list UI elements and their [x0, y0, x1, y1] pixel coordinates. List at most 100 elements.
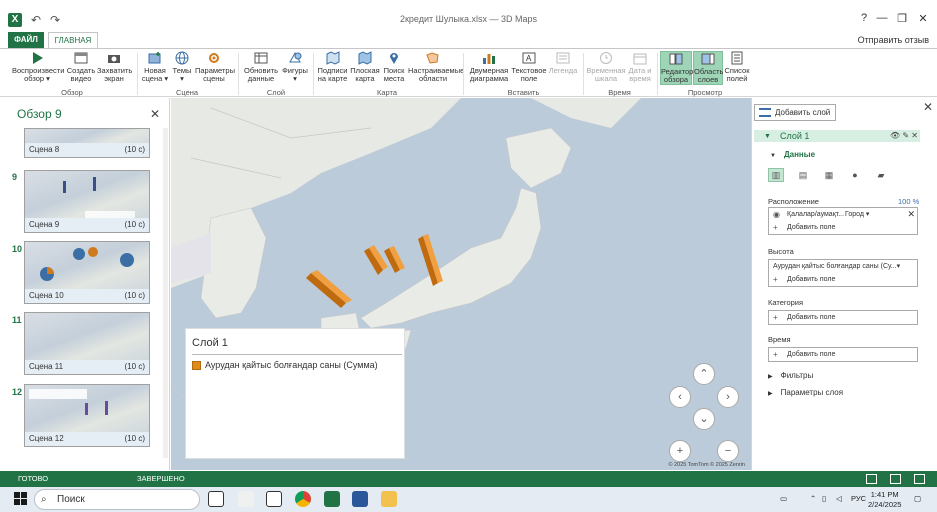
layer-header[interactable]: ▼ Слой 1 👁 ✎ ✕ [754, 130, 920, 142]
find-location-button[interactable]: Поиск места [381, 51, 407, 83]
height-field[interactable]: Аурудан қайтыс болғандар саны (Су...▾ [769, 260, 917, 273]
close-icon[interactable]: ✕ [150, 107, 160, 121]
scene-name: Сцена 11 [29, 362, 64, 371]
eye-icon[interactable]: 👁 [890, 131, 900, 140]
taskbar-clock[interactable]: 1:41 PM 2/24/2025 [868, 490, 901, 510]
tilt-down-button[interactable]: ⌄ [693, 408, 715, 430]
location-field[interactable]: ◉ Қалалар/аумақт... Город ▾ ✕ [769, 208, 917, 221]
add-field-row[interactable]: + Добавить поле [769, 273, 917, 286]
file-explorer-icon[interactable] [381, 491, 397, 507]
rotate-left-button[interactable]: ‹ [669, 386, 691, 408]
fit-screen-icon[interactable] [890, 474, 901, 484]
zoom-in-button[interactable]: + [669, 440, 691, 462]
category-field-box: + Добавить поле [768, 310, 918, 325]
location-type-select[interactable]: Город ▾ [845, 208, 869, 221]
help-button[interactable]: ? [854, 12, 874, 24]
language-indicator[interactable]: РУС [851, 494, 866, 503]
stacked-column-icon[interactable]: ▥ [768, 168, 784, 182]
refresh-data-button[interactable]: Обновить данные [243, 51, 279, 83]
close-button[interactable]: ✕ [913, 12, 933, 25]
tilt-up-button[interactable]: ⌃ [693, 363, 715, 385]
scene-options-button[interactable]: Параметры сцены [195, 51, 235, 83]
bubble-icon[interactable]: ▦ [821, 168, 837, 182]
data-section-header[interactable]: ▼ Данные [770, 150, 815, 159]
text-box-button[interactable]: A Текстовое поле [511, 51, 547, 83]
map-legend[interactable]: Слой 1 Аурудан қайтыс болғандар саны (Су… [185, 328, 405, 459]
send-feedback-link[interactable]: Отправить отзыв [858, 35, 929, 45]
chrome-icon[interactable] [295, 491, 311, 507]
network-icon[interactable]: ▯ [822, 494, 826, 503]
scene-thumbnail[interactable]: Сцена 12 (10 с) [24, 384, 150, 447]
scene-thumbnail[interactable]: Сцена 11 (10 с) [24, 312, 150, 375]
windows-start-icon[interactable] [14, 492, 28, 506]
add-layer-button[interactable]: Добавить слой [754, 104, 836, 121]
data-bar[interactable] [364, 245, 388, 275]
collapse-triangle-icon[interactable]: ▼ [764, 131, 771, 143]
tab-home[interactable]: ГЛАВНАЯ [48, 32, 98, 48]
data-bar[interactable] [384, 246, 405, 273]
custom-regions-button[interactable]: Настраиваемые области [408, 51, 464, 83]
window-title: 2кредит Шулыка.xlsx — 3D Maps [399, 14, 538, 24]
title-bar: X ↶ ↷ 2кредит Шулыка.xlsx — 3D Maps ? — … [0, 0, 937, 30]
map-canvas[interactable]: Слой 1 Аурудан қайтыс болғандар саны (Су… [171, 98, 751, 470]
volume-icon[interactable]: ◁ [836, 494, 842, 503]
word-taskbar-icon[interactable] [352, 491, 368, 507]
data-bar[interactable] [306, 270, 352, 308]
create-video-button[interactable]: Создать видео [65, 51, 97, 83]
excel-taskbar-icon[interactable] [324, 491, 340, 507]
themes-button[interactable]: Темы ▾ [170, 51, 194, 83]
capture-screen-button[interactable]: Захватить экран [97, 51, 132, 83]
tray-chevron-icon[interactable]: ⌃ [810, 494, 816, 503]
legend-title: Слой 1 [192, 337, 228, 349]
video-icon [74, 52, 88, 64]
minimize-button[interactable]: — [872, 12, 892, 24]
legend-button[interactable]: Легенда [548, 51, 578, 75]
shapes-button[interactable]: Фигуры ▾ [281, 51, 309, 83]
tour-title: Обзор 9 [17, 107, 62, 121]
add-field-row[interactable]: + Добавить поле [769, 348, 917, 361]
2d-chart-button[interactable]: Двумерная диаграмма [469, 51, 509, 83]
region-icon[interactable]: ▰ [873, 168, 889, 182]
tab-file[interactable]: ФАЙЛ [8, 32, 44, 48]
add-field-row[interactable]: + Добавить поле [769, 221, 917, 234]
layer-options-section[interactable]: ▶ Параметры слоя [768, 388, 843, 397]
map-labels-button[interactable]: Подписи на карте [316, 51, 349, 83]
clustered-column-icon[interactable]: ▤ [795, 168, 811, 182]
tray-app-icon[interactable]: ▭ [780, 494, 787, 503]
filters-section[interactable]: ▶ Фильтры [768, 371, 813, 380]
data-bar[interactable] [418, 234, 443, 286]
scene-thumbnail[interactable]: Сцена 8 (10 с) [24, 128, 150, 158]
heatmap-icon[interactable]: ● [847, 168, 863, 182]
pencil-icon[interactable]: ✎ [902, 131, 909, 140]
scene-thumbnail[interactable]: Сцена 9 (10 с) [24, 170, 150, 233]
flat-map-button[interactable]: Плоская карта [350, 51, 380, 83]
new-scene-button[interactable]: Новая сцена ▾ [141, 51, 169, 83]
legend-divider [192, 354, 402, 355]
play-tour-button[interactable]: Воспроизвести обзор ▾ [12, 51, 64, 83]
add-field-row[interactable]: + Добавить поле [769, 311, 917, 324]
zoom-out-button[interactable]: − [717, 440, 739, 462]
layer-pane-button[interactable]: Область слоев [693, 51, 723, 85]
taskbar-search[interactable]: ⌕ Поиск [34, 489, 200, 510]
date-time-button[interactable]: Дата и время [627, 51, 653, 83]
screen-icon[interactable] [866, 474, 877, 484]
store-icon[interactable] [238, 491, 254, 507]
timeline-button[interactable]: Временная шкала [586, 51, 626, 83]
scenes-scrollbar[interactable] [163, 128, 168, 458]
fullscreen-icon[interactable] [914, 474, 925, 484]
time-label: Время [768, 335, 791, 344]
restore-button[interactable]: ❐ [892, 12, 912, 25]
scene-legend-preview [29, 389, 87, 399]
task-view-icon[interactable] [208, 491, 224, 507]
rotate-right-button[interactable]: › [717, 386, 739, 408]
remove-field-icon[interactable]: ✕ [907, 208, 915, 221]
radio-icon[interactable]: ◉ [773, 208, 780, 221]
delete-icon[interactable]: ✕ [911, 131, 918, 140]
mail-icon[interactable] [266, 491, 282, 507]
notifications-icon[interactable]: ▢ [914, 494, 921, 503]
group-tour: Обзор [61, 88, 83, 97]
tour-editor-button[interactable]: Редактор обзора [660, 51, 693, 85]
field-list-button[interactable]: Список полей [724, 51, 750, 83]
scene-thumbnail[interactable]: Сцена 10 (10 с) [24, 241, 150, 304]
close-icon[interactable]: ✕ [923, 100, 933, 114]
